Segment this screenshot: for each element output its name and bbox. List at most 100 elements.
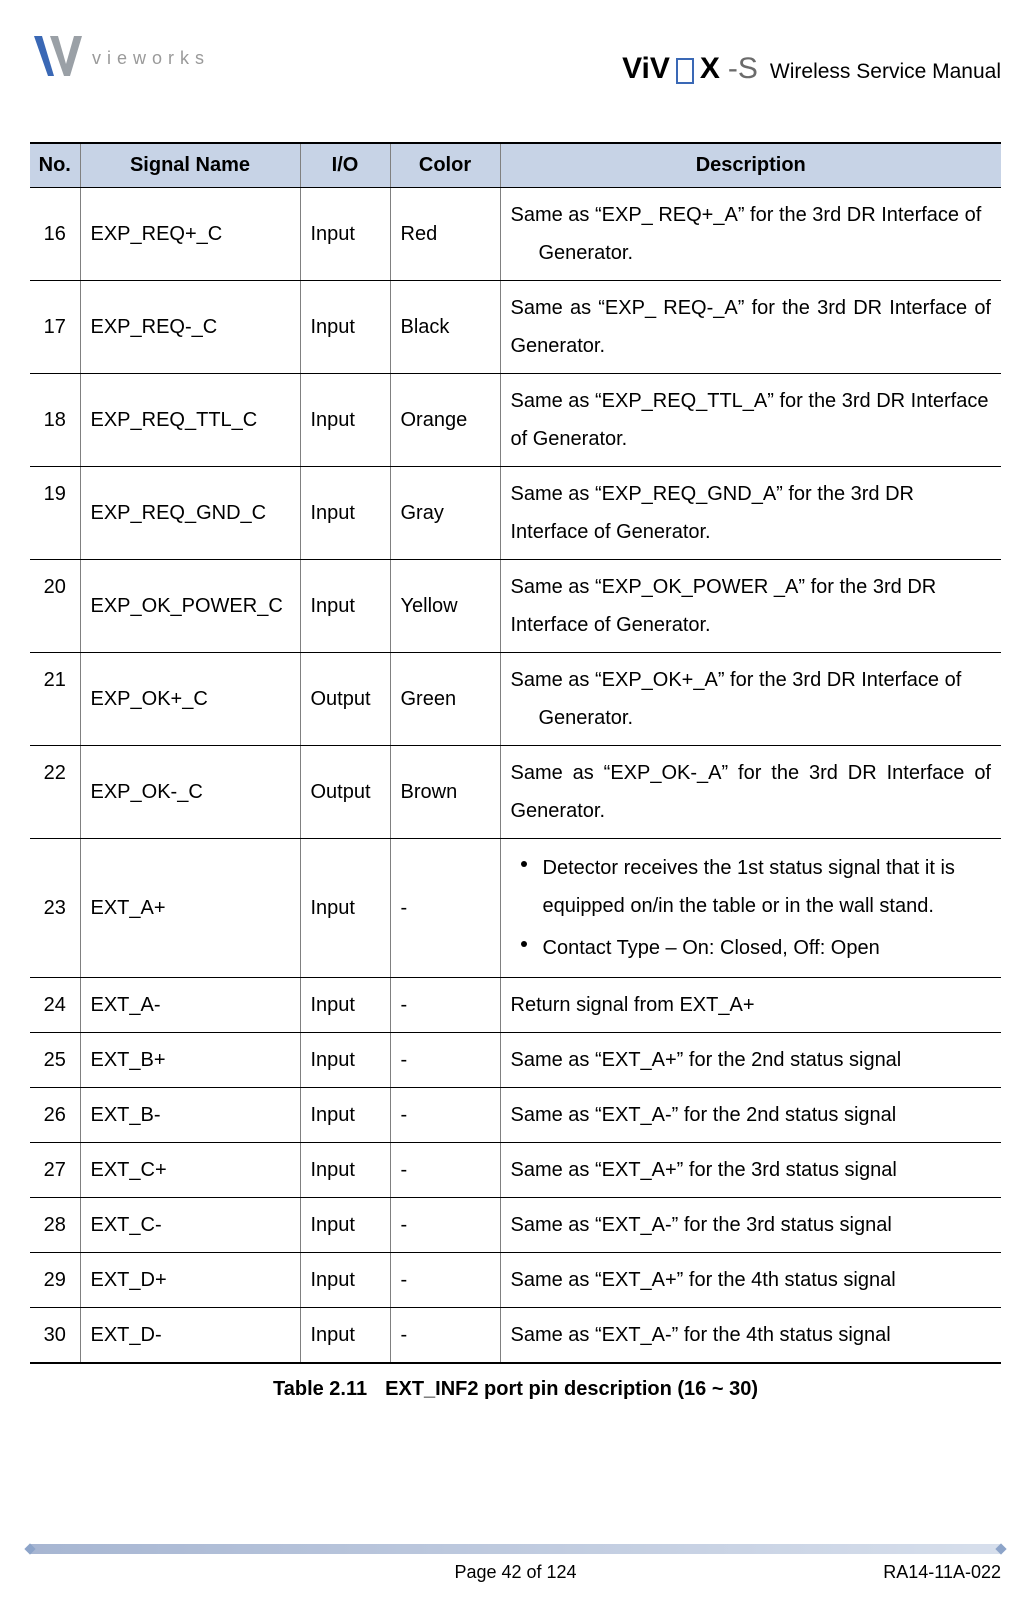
table-row: 24EXT_A-Input-Return signal from EXT_A+ — [30, 978, 1001, 1033]
cell-color: - — [390, 1033, 500, 1088]
cell-description: Same as “EXT_A+” for the 3rd status sign… — [500, 1143, 1001, 1198]
description-text-indent: Generator. — [511, 234, 992, 272]
vieworks-logo: vieworks — [30, 30, 210, 86]
cell-description: Same as “EXP_REQ_TTL_A” for the 3rd DR I… — [500, 374, 1001, 467]
vivix-logo-text-right: X — [700, 52, 720, 86]
cell-color: - — [390, 839, 500, 978]
cell-color: - — [390, 978, 500, 1033]
cell-color: Green — [390, 653, 500, 746]
cell-color: Black — [390, 281, 500, 374]
cell-description: Detector receives the 1st status signal … — [500, 839, 1001, 978]
cell-io: Output — [300, 653, 390, 746]
description-text: Same as “EXP_OK+_A” for the 3rd DR Inter… — [511, 669, 962, 691]
vivix-s-logo: ViV X -S — [622, 52, 758, 86]
cell-io: Input — [300, 839, 390, 978]
table-row: 28EXT_C-Input-Same as “EXT_A-” for the 3… — [30, 1198, 1001, 1253]
cell-signal-name: EXT_D- — [80, 1308, 300, 1364]
cell-no: 19 — [30, 467, 80, 560]
page-footer: Page 42 of 124 RA14-11A-022 — [30, 1544, 1001, 1583]
cell-description: Same as “EXP_OK_POWER _A” for the 3rd DR… — [500, 560, 1001, 653]
cell-signal-name: EXT_C- — [80, 1198, 300, 1253]
cell-no: 29 — [30, 1253, 80, 1308]
cell-io: Input — [300, 1253, 390, 1308]
footer-page-number: Page 42 of 124 — [30, 1562, 1001, 1583]
cell-no: 18 — [30, 374, 80, 467]
vieworks-logo-mark-icon — [30, 30, 86, 86]
cell-io: Input — [300, 1033, 390, 1088]
cell-signal-name: EXP_OK_POWER_C — [80, 560, 300, 653]
cell-description: Same as “EXT_A+” for the 4th status sign… — [500, 1253, 1001, 1308]
cell-io: Input — [300, 978, 390, 1033]
cell-color: Yellow — [390, 560, 500, 653]
table-row: 17EXP_REQ-_CInputBlackSame as “EXP_ REQ-… — [30, 281, 1001, 374]
cell-io: Output — [300, 746, 390, 839]
cell-io: Input — [300, 1198, 390, 1253]
cell-color: Orange — [390, 374, 500, 467]
cell-color: - — [390, 1143, 500, 1198]
vivix-logo-suffix: -S — [728, 52, 758, 86]
description-bullet: Contact Type – On: Closed, Off: Open — [539, 927, 992, 969]
cell-no: 28 — [30, 1198, 80, 1253]
cell-no: 23 — [30, 839, 80, 978]
cell-color: - — [390, 1253, 500, 1308]
cell-description: Same as “EXT_A+” for the 2nd status sign… — [500, 1033, 1001, 1088]
table-row: 22EXP_OK-_COutputBrownSame as “EXP_OK-_A… — [30, 746, 1001, 839]
cell-io: Input — [300, 1143, 390, 1198]
vieworks-wordmark: vieworks — [92, 48, 210, 69]
cell-description: Same as “EXP_OK-_A” for the 3rd DR Inter… — [500, 746, 1001, 839]
table-row: 23EXT_A+Input-Detector receives the 1st … — [30, 839, 1001, 978]
table-row: 30EXT_D-Input-Same as “EXT_A-” for the 4… — [30, 1308, 1001, 1364]
cell-description: Same as “EXP_OK+_A” for the 3rd DR Inter… — [500, 653, 1001, 746]
cell-signal-name: EXT_B- — [80, 1088, 300, 1143]
cell-no: 26 — [30, 1088, 80, 1143]
cell-no: 25 — [30, 1033, 80, 1088]
manual-title: Wireless Service Manual — [770, 60, 1001, 86]
cell-color: - — [390, 1198, 500, 1253]
cell-io: Input — [300, 281, 390, 374]
cell-io: Input — [300, 374, 390, 467]
cell-io: Input — [300, 1088, 390, 1143]
cell-no: 27 — [30, 1143, 80, 1198]
cell-description: Same as “EXP_REQ_GND_A” for the 3rd DR I… — [500, 467, 1001, 560]
cell-color: Brown — [390, 746, 500, 839]
cell-signal-name: EXT_A+ — [80, 839, 300, 978]
cell-no: 21 — [30, 653, 80, 746]
cell-no: 24 — [30, 978, 80, 1033]
vivix-logo-text-left: ViV — [622, 52, 670, 86]
cell-color: Gray — [390, 467, 500, 560]
cell-no: 16 — [30, 188, 80, 281]
cell-io: Input — [300, 560, 390, 653]
col-header-color: Color — [390, 143, 500, 188]
caption-label: Table 2.11 — [273, 1378, 367, 1400]
col-header-no: No. — [30, 143, 80, 188]
cell-description: Same as “EXT_A-” for the 4th status sign… — [500, 1308, 1001, 1364]
table-row: 16EXP_REQ+_CInputRedSame as “EXP_ REQ+_A… — [30, 188, 1001, 281]
pin-description-table: No. Signal Name I/O Color Description 16… — [30, 142, 1001, 1364]
cell-signal-name: EXT_A- — [80, 978, 300, 1033]
page-header: vieworks ViV X -S Wireless Service Manua… — [30, 30, 1001, 92]
table-row: 21EXP_OK+_COutputGreen Same as “EXP_OK+_A… — [30, 653, 1001, 746]
cell-description: Return signal from EXT_A+ — [500, 978, 1001, 1033]
cell-description: Same as “EXP_ REQ-_A” for the 3rd DR Int… — [500, 281, 1001, 374]
cell-description: Same as “EXT_A-” for the 3rd status sign… — [500, 1198, 1001, 1253]
col-header-signal-name: Signal Name — [80, 143, 300, 188]
cell-no: 17 — [30, 281, 80, 374]
table-row: 27EXT_C+Input-Same as “EXT_A+” for the 3… — [30, 1143, 1001, 1198]
table-row: 20EXP_OK_POWER_CInputYellowSame as “EXP_… — [30, 560, 1001, 653]
table-row: 26EXT_B-Input-Same as “EXT_A-” for the 2… — [30, 1088, 1001, 1143]
table-row: 19EXP_REQ_GND_CInputGraySame as “EXP_REQ… — [30, 467, 1001, 560]
cell-color: Red — [390, 188, 500, 281]
table-row: 25EXT_B+Input-Same as “EXT_A+” for the 2… — [30, 1033, 1001, 1088]
cell-color: - — [390, 1308, 500, 1364]
cell-signal-name: EXP_REQ_GND_C — [80, 467, 300, 560]
cell-description: Same as “EXT_A-” for the 2nd status sign… — [500, 1088, 1001, 1143]
cell-signal-name: EXT_D+ — [80, 1253, 300, 1308]
footer-divider-bar-icon — [30, 1544, 1001, 1554]
cell-no: 20 — [30, 560, 80, 653]
caption-text: EXT_INF2 port pin description (16 ~ 30) — [385, 1378, 758, 1400]
table-caption: Table 2.11 EXT_INF2 port pin description … — [30, 1378, 1001, 1401]
description-text: Same as “EXP_ REQ+_A” for the 3rd DR Int… — [511, 204, 982, 226]
cell-signal-name: EXP_OK+_C — [80, 653, 300, 746]
cell-io: Input — [300, 467, 390, 560]
col-header-description: Description — [500, 143, 1001, 188]
